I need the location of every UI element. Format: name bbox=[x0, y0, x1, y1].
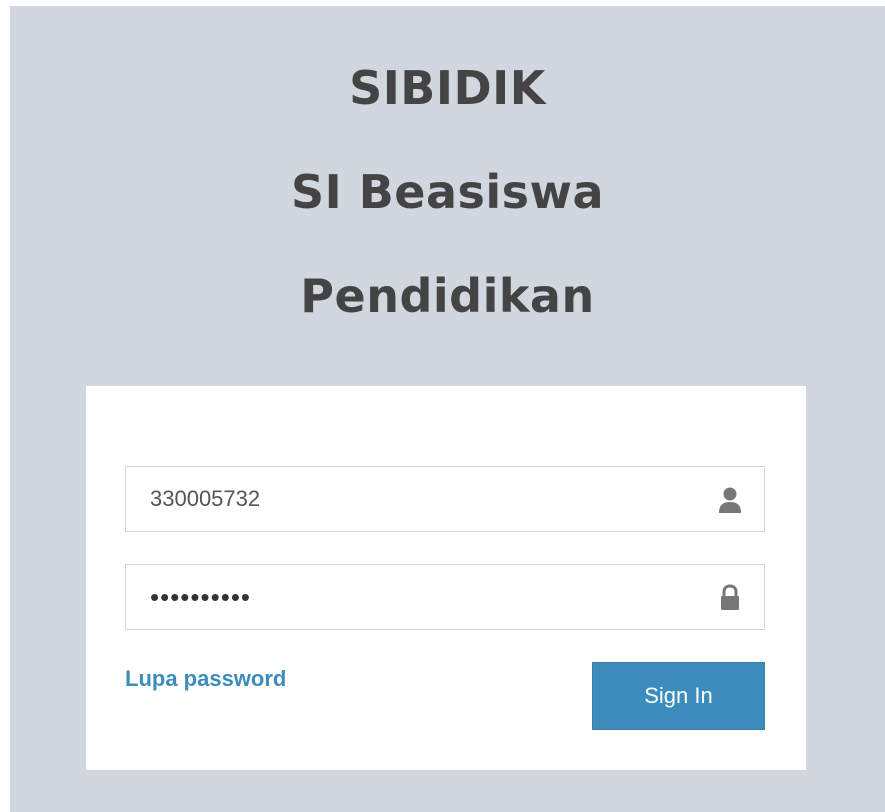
password-field-wrapper bbox=[125, 564, 765, 630]
username-field-wrapper bbox=[125, 466, 765, 532]
app-title-line-3: Pendidikan bbox=[300, 269, 595, 323]
login-box: Lupa password Sign In bbox=[86, 386, 806, 770]
forgot-password-link[interactable]: Lupa password bbox=[125, 666, 286, 692]
app-title-line-1: SIBIDIK bbox=[349, 61, 546, 115]
app-title-line-2: SI Beasiswa bbox=[290, 165, 605, 219]
username-input[interactable] bbox=[126, 467, 686, 531]
sign-in-button[interactable]: Sign In bbox=[592, 662, 765, 730]
user-icon bbox=[718, 486, 742, 514]
login-page: SIBIDIK SI Beasiswa Pendidikan Lupa pass… bbox=[10, 6, 885, 812]
lock-icon bbox=[718, 584, 742, 612]
password-input[interactable] bbox=[126, 565, 686, 629]
